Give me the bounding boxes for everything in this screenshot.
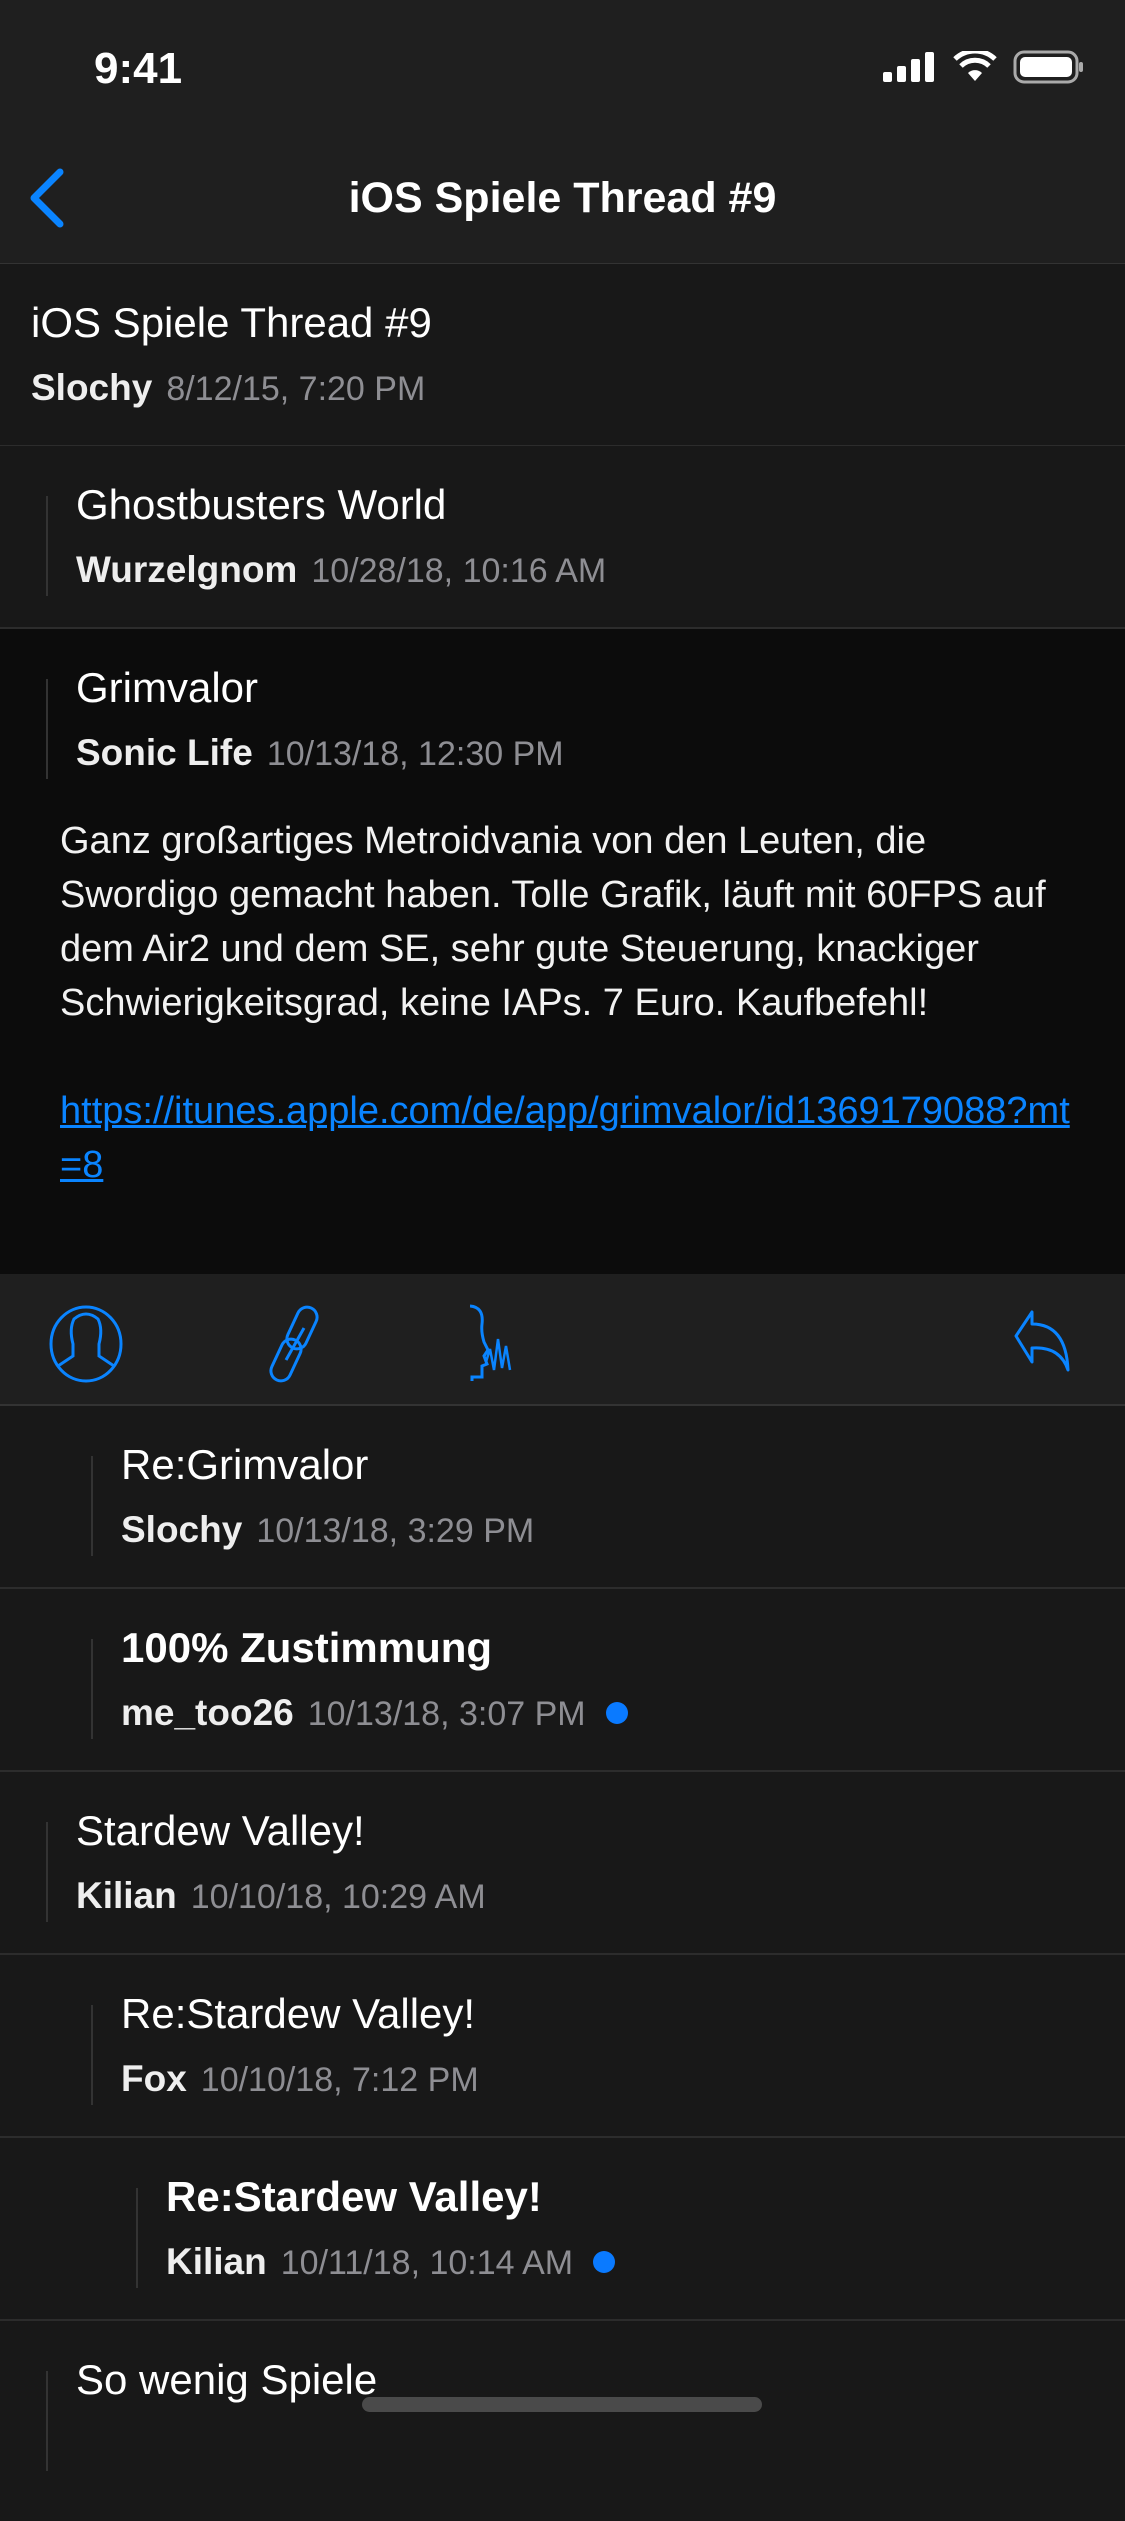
unread-dot-icon xyxy=(593,2251,616,2273)
post-toolbar xyxy=(0,1274,1125,1406)
row-date: 10/13/18, 12:30 PM xyxy=(266,735,564,773)
row-title: 100% Zustimmung xyxy=(121,1624,493,1671)
row-title: Re:Stardew Valley! xyxy=(121,1990,476,2037)
row-date: 10/10/18, 10:29 AM xyxy=(190,1878,486,1916)
nav-title: iOS Spiele Thread #9 xyxy=(348,174,777,222)
status-time: 9:41 xyxy=(94,44,183,93)
thread-row[interactable]: Stardew Valley! Kilian 10/10/18, 10:29 AM xyxy=(0,1772,1125,1955)
row-date: 10/10/18, 7:12 PM xyxy=(200,2061,479,2099)
thread-indent-line xyxy=(46,496,48,596)
speak-icon[interactable] xyxy=(470,1304,550,1384)
row-date: 8/12/15, 7:20 PM xyxy=(166,370,426,408)
thread-row[interactable]: Ghostbusters World Wurzelgnom 10/28/18, 10… xyxy=(0,446,1125,629)
battery-icon xyxy=(1013,50,1083,84)
unread-dot-icon xyxy=(605,1702,628,1724)
row-title: Stardew Valley! xyxy=(76,1807,365,1854)
thread-row-selected[interactable]: Grimvalor Sonic Life 10/13/18, 12:30 PM xyxy=(0,629,1125,812)
thread-row[interactable]: iOS Spiele Thread #9 Slochy 8/12/15, 7:20 … xyxy=(0,264,1125,447)
thread-row[interactable]: Re:Grimvalor Slochy 10/13/18, 3:29 PM xyxy=(0,1406,1125,1589)
thread-row[interactable]: Re:Stardew Valley! Kilian 10/11/18, 10:14 … xyxy=(0,2138,1125,2321)
thread-indent-line xyxy=(46,2371,48,2471)
post-text: Ganz großartiges Metroidvania von den Le… xyxy=(60,820,1046,1024)
row-date: 10/11/18, 10:14 AM xyxy=(280,2244,574,2282)
reply-icon[interactable] xyxy=(1000,1304,1080,1384)
wifi-icon xyxy=(953,51,997,81)
post-link[interactable]: https://itunes.apple.com/de/app/grimvalo… xyxy=(60,1084,1080,1192)
signal-icon xyxy=(883,52,934,82)
row-author: Wurzelgnom xyxy=(76,549,298,590)
thread-indent-line xyxy=(136,2188,138,2288)
row-author: me_too26 xyxy=(121,1692,294,1733)
link-icon[interactable] xyxy=(254,1304,334,1384)
navigation-bar: iOS Spiele Thread #9 xyxy=(0,132,1125,264)
thread-indent-line xyxy=(46,679,48,779)
thread-row[interactable]: So wenig Spiele xyxy=(0,2321,1125,2521)
post-body: Ganz großartiges Metroidvania von den Le… xyxy=(60,814,1080,1192)
row-author: Sonic Life xyxy=(76,732,253,773)
row-author: Fox xyxy=(121,2058,187,2099)
row-title: Re:Grimvalor xyxy=(121,1441,369,1488)
thread-indent-line xyxy=(91,2005,93,2105)
row-author: Kilian xyxy=(166,2241,267,2282)
thread-indent-line xyxy=(91,1456,93,1556)
row-date: 10/13/18, 3:07 PM xyxy=(307,1695,586,1733)
home-indicator[interactable] xyxy=(362,2397,762,2412)
row-title: Grimvalor xyxy=(76,664,259,711)
row-author: Slochy xyxy=(121,1509,243,1550)
thread-indent-line xyxy=(46,1822,48,1922)
profile-icon[interactable] xyxy=(46,1304,126,1384)
status-bar: 9:41 xyxy=(0,0,1125,132)
row-author: Slochy xyxy=(31,367,153,408)
row-title: iOS Spiele Thread #9 xyxy=(31,299,432,346)
row-title: Re:Stardew Valley! xyxy=(166,2173,542,2220)
row-date: 10/13/18, 3:29 PM xyxy=(256,1512,535,1550)
row-date: 10/28/18, 10:16 AM xyxy=(311,552,607,590)
row-title: So wenig Spiele xyxy=(76,2356,378,2403)
thread-row[interactable]: 100% Zustimmung me_too26 10/13/18, 3:07 PM xyxy=(0,1589,1125,1772)
thread-indent-line xyxy=(91,1639,93,1739)
row-author: Kilian xyxy=(76,1875,177,1916)
row-title: Ghostbusters World xyxy=(76,481,447,528)
thread-row[interactable]: Re:Stardew Valley! Fox 10/10/18, 7:12 PM xyxy=(0,1955,1125,2138)
